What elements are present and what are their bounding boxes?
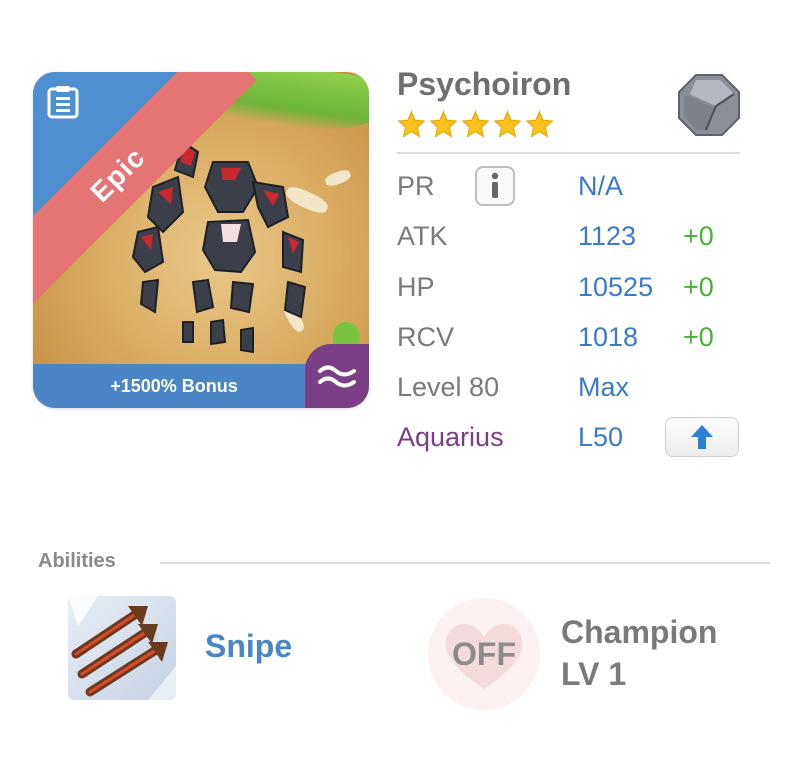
- champion-status: OFF: [452, 635, 516, 672]
- stat-value: 10525: [578, 272, 654, 302]
- stat-value: L50: [578, 422, 624, 452]
- stat-label: RCV: [397, 322, 455, 352]
- star-icon: [429, 110, 458, 138]
- header-divider: [397, 152, 740, 154]
- stat-label: Level 80: [397, 372, 500, 402]
- champion-toggle[interactable]: OFF: [428, 598, 540, 710]
- stat-row-level: Level 80 Max: [397, 367, 757, 407]
- stat-label: ATK: [397, 221, 448, 251]
- water-waves-icon: [318, 365, 356, 388]
- triple-arrow-icon: [68, 596, 176, 700]
- stat-row-hp: HP 10525 +0: [397, 267, 757, 307]
- stat-label: Aquarius: [397, 422, 504, 452]
- stat-row-rcv: RCV 1018 +0: [397, 317, 757, 357]
- champion-level: LV 1: [561, 656, 627, 692]
- element-badge: [305, 344, 369, 408]
- stat-bonus: +0: [683, 322, 714, 352]
- monster-card[interactable]: Epic +1500% Bonus: [33, 72, 369, 408]
- clipboard-icon[interactable]: [45, 84, 81, 120]
- stat-value: 1123: [578, 221, 637, 251]
- upgrade-button[interactable]: [665, 417, 739, 457]
- skill-name[interactable]: Snipe: [205, 628, 292, 665]
- arrow-up-icon: [691, 425, 713, 449]
- metal-gem-icon: [678, 74, 740, 136]
- star-icon: [397, 110, 426, 138]
- stat-row-sign: Aquarius L50: [397, 417, 757, 457]
- star-icon: [525, 110, 554, 138]
- abilities-title: Abilities: [38, 550, 116, 572]
- skill-icon[interactable]: [68, 596, 176, 700]
- abilities-divider: [160, 562, 770, 564]
- bone-decoration: [323, 167, 353, 189]
- champion-name: Champion: [561, 614, 718, 650]
- stat-value: 1018: [578, 322, 639, 352]
- bonus-label: +1500% Bonus: [110, 376, 238, 396]
- stat-value: N/A: [578, 171, 624, 201]
- star-icon: [493, 110, 522, 138]
- star-icon: [461, 110, 490, 138]
- info-icon: [491, 172, 499, 198]
- stat-bonus: +0: [683, 272, 714, 302]
- stat-bonus: +0: [683, 221, 714, 251]
- stat-label: HP: [397, 272, 435, 302]
- stat-value: Max: [578, 372, 630, 402]
- info-button[interactable]: [475, 166, 515, 206]
- monster-name: Psychoiron: [397, 66, 572, 102]
- star-rating: [397, 110, 554, 139]
- stat-row-pr: PR N/A: [397, 166, 757, 206]
- stat-row-atk: ATK 1123 +0: [397, 216, 757, 256]
- stat-label: PR: [397, 171, 435, 201]
